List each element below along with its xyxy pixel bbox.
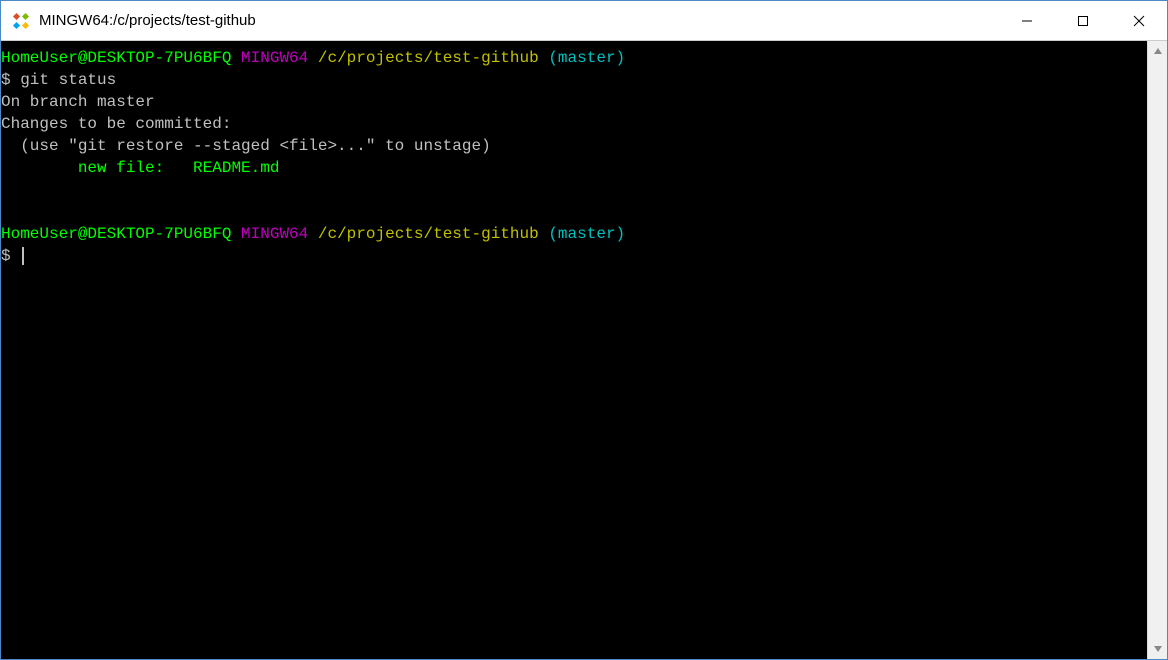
command-prefix: $	[1, 71, 20, 89]
prompt-env: MINGW64	[241, 225, 308, 243]
output-staged-file: new file: README.md	[1, 159, 279, 177]
command-prefix: $	[1, 247, 20, 265]
titlebar[interactable]: MINGW64:/c/projects/test-github	[1, 1, 1167, 41]
window-title: MINGW64:/c/projects/test-github	[39, 12, 999, 29]
cursor-icon	[22, 247, 24, 265]
scroll-down-icon[interactable]	[1148, 639, 1167, 659]
scrollbar[interactable]	[1147, 41, 1167, 659]
scroll-track[interactable]	[1148, 61, 1167, 639]
output-line: On branch master	[1, 93, 155, 111]
window-controls	[999, 1, 1167, 40]
prompt-branch: (master)	[548, 225, 625, 243]
minimize-button[interactable]	[999, 1, 1055, 40]
app-icon	[11, 11, 31, 31]
close-button[interactable]	[1111, 1, 1167, 40]
maximize-button[interactable]	[1055, 1, 1111, 40]
terminal-window: MINGW64:/c/projects/test-github HomeUser…	[0, 0, 1168, 660]
prompt-userhost: HomeUser@DESKTOP-7PU6BFQ	[1, 225, 231, 243]
prompt-userhost: HomeUser@DESKTOP-7PU6BFQ	[1, 49, 231, 67]
prompt-path: /c/projects/test-github	[318, 225, 539, 243]
output-line: Changes to be committed:	[1, 115, 231, 133]
prompt-branch: (master)	[548, 49, 625, 67]
scroll-up-icon[interactable]	[1148, 41, 1167, 61]
prompt-env: MINGW64	[241, 49, 308, 67]
prompt-path: /c/projects/test-github	[318, 49, 539, 67]
output-line: (use "git restore --staged <file>..." to…	[1, 137, 491, 155]
terminal-output[interactable]: HomeUser@DESKTOP-7PU6BFQ MINGW64 /c/proj…	[1, 41, 1147, 659]
command-text: git status	[20, 71, 116, 89]
terminal-area: HomeUser@DESKTOP-7PU6BFQ MINGW64 /c/proj…	[1, 41, 1167, 659]
